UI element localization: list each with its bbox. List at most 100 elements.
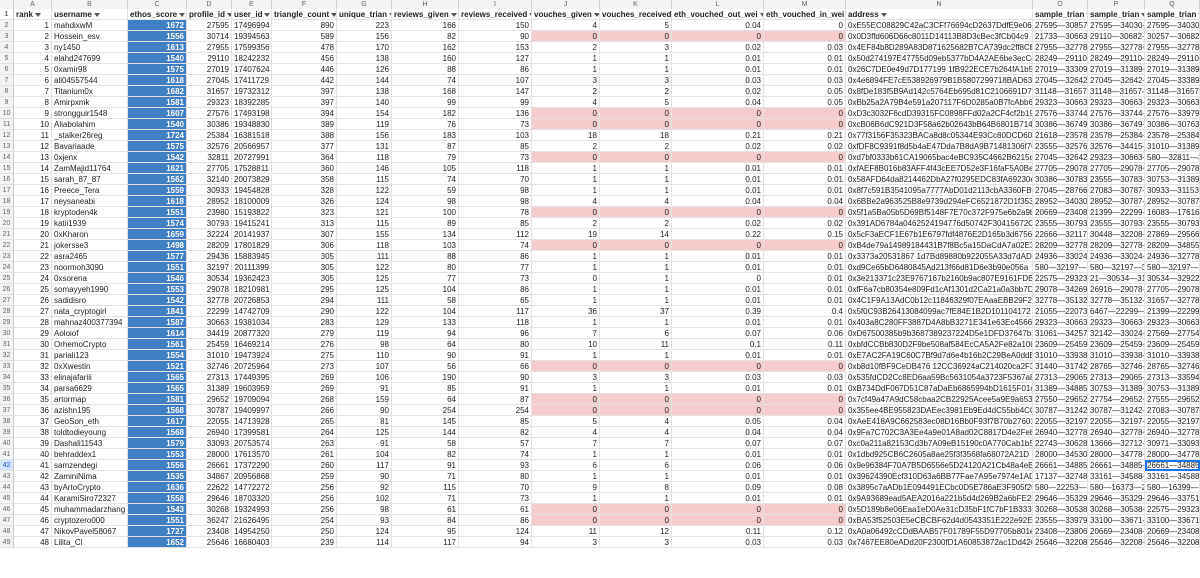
- table-cell[interactable]: 17613570: [232, 449, 272, 460]
- table-cell[interactable]: 85: [459, 141, 532, 152]
- table-cell[interactable]: 0.4: [764, 306, 846, 317]
- row-number[interactable]: 47: [0, 515, 14, 526]
- table-cell[interactable]: 20956868: [232, 471, 272, 482]
- table-cell[interactable]: 307: [272, 229, 337, 240]
- table-cell[interactable]: 273: [272, 361, 337, 372]
- table-cell[interactable]: 144: [337, 75, 392, 86]
- table-cell[interactable]: 1724: [128, 130, 187, 141]
- table-cell[interactable]: 58: [392, 295, 459, 306]
- table-cell[interactable]: ZaminiNima: [52, 471, 128, 482]
- table-cell[interactable]: 20726853: [232, 295, 272, 306]
- table-cell[interactable]: 0.01: [764, 64, 846, 75]
- table-cell[interactable]: 0: [600, 405, 672, 416]
- table-cell[interactable]: 27019—33309—: [1033, 64, 1088, 75]
- table-cell[interactable]: 28000—34530—: [1033, 449, 1088, 460]
- table-cell[interactable]: 0.06: [672, 460, 764, 471]
- table-cell[interactable]: 27595: [187, 20, 232, 31]
- table-cell[interactable]: 26661—34885—: [1145, 460, 1200, 471]
- table-cell[interactable]: 17372290: [232, 460, 272, 471]
- table-cell[interactable]: 2: [532, 42, 600, 53]
- table-cell[interactable]: 1562: [128, 174, 187, 185]
- table-cell[interactable]: 2: [532, 218, 600, 229]
- table-cell[interactable]: 85: [459, 218, 532, 229]
- table-cell[interactable]: 18: [14, 207, 52, 218]
- table-cell[interactable]: 0.22: [672, 229, 764, 240]
- table-cell[interactable]: 28209: [187, 240, 232, 251]
- table-cell[interactable]: 397: [272, 86, 337, 97]
- table-cell[interactable]: 11: [14, 130, 52, 141]
- table-cell[interactable]: 126: [337, 64, 392, 75]
- table-cell[interactable]: 263: [272, 438, 337, 449]
- table-cell[interactable]: 85: [392, 383, 459, 394]
- row-number[interactable]: 15: [0, 163, 14, 174]
- row-number[interactable]: 37: [0, 405, 14, 416]
- table-cell[interactable]: 0: [672, 394, 764, 405]
- table-cell[interactable]: 48: [14, 537, 52, 548]
- table-cell[interactable]: jokersse3: [52, 240, 128, 251]
- table-cell[interactable]: 82: [459, 427, 532, 438]
- table-cell[interactable]: 31010: [187, 350, 232, 361]
- table-cell[interactable]: 0x7467EE80eADd20F2300fD1A60853872ac1Dd42…: [846, 537, 1033, 548]
- table-cell[interactable]: 19709094: [232, 394, 272, 405]
- table-cell[interactable]: 0x535fdCD2Cc8ED6aa59Bc5631054a3723F5367a…: [846, 372, 1033, 383]
- column-letter-l[interactable]: L: [672, 0, 764, 9]
- table-cell[interactable]: 0: [764, 20, 846, 31]
- table-cell[interactable]: 306: [272, 240, 337, 251]
- table-cell[interactable]: 91: [459, 350, 532, 361]
- row-number[interactable]: 28: [0, 306, 14, 317]
- table-cell[interactable]: 27705: [187, 163, 232, 174]
- table-cell[interactable]: 11: [600, 339, 672, 350]
- table-cell[interactable]: 25459: [187, 339, 232, 350]
- filter-dropdown-icon[interactable]: [179, 12, 186, 17]
- table-cell[interactable]: 87: [459, 394, 532, 405]
- table-cell[interactable]: 22055—32197—: [1088, 416, 1145, 427]
- table-cell[interactable]: 0x3373a20531867 1d7Bd89880b922055A33d7dA…: [846, 251, 1033, 262]
- table-cell[interactable]: 86: [459, 515, 532, 526]
- table-cell[interactable]: 27045—32642—: [1033, 152, 1088, 163]
- table-cell[interactable]: 25: [14, 284, 52, 295]
- table-cell[interactable]: 0: [764, 405, 846, 416]
- table-cell[interactable]: 29110: [187, 53, 232, 64]
- table-cell[interactable]: 115: [392, 482, 459, 493]
- column-header-ethos-score[interactable]: ethos_score: [128, 9, 187, 20]
- table-cell[interactable]: 0.03: [672, 372, 764, 383]
- table-cell[interactable]: 107: [337, 361, 392, 372]
- table-cell[interactable]: 112: [459, 229, 532, 240]
- table-cell[interactable]: 43: [14, 482, 52, 493]
- table-cell[interactable]: 6: [532, 460, 600, 471]
- table-cell[interactable]: 31010—33938—: [1033, 350, 1088, 361]
- table-cell[interactable]: 24936—33024—: [1088, 251, 1145, 262]
- table-cell[interactable]: 0x9e96384F70A7B5D6556e5D24120A21Cb48a4eB…: [846, 460, 1033, 471]
- row-number[interactable]: 34: [0, 372, 14, 383]
- table-cell[interactable]: 0: [672, 108, 764, 119]
- table-cell[interactable]: 19362423: [232, 273, 272, 284]
- row-number[interactable]: 7: [0, 75, 14, 86]
- table-cell[interactable]: 23555—30793—: [1033, 218, 1088, 229]
- table-cell[interactable]: 7: [532, 438, 600, 449]
- table-cell[interactable]: 30714: [187, 31, 232, 42]
- table-cell[interactable]: 28952—30787—: [1145, 196, 1200, 207]
- table-cell[interactable]: 377: [272, 141, 337, 152]
- table-cell[interactable]: 478: [272, 42, 337, 53]
- table-cell[interactable]: 1617: [128, 416, 187, 427]
- table-cell[interactable]: 28209—32778—: [1033, 240, 1088, 251]
- table-cell[interactable]: 0xE55EC08829C42aC3CFf76694cD2637DdfE9e06…: [846, 20, 1033, 31]
- table-cell[interactable]: 23609—25459—: [1088, 339, 1145, 350]
- table-cell[interactable]: 33161—34588—: [1145, 471, 1200, 482]
- table-cell[interactable]: 23555—32576—: [1033, 141, 1088, 152]
- table-cell[interactable]: 0: [764, 108, 846, 119]
- row-number[interactable]: 21: [0, 229, 14, 240]
- table-cell[interactable]: 28000—34778—: [1145, 449, 1200, 460]
- table-cell[interactable]: 388: [272, 130, 337, 141]
- table-cell[interactable]: 71: [392, 471, 459, 482]
- table-cell[interactable]: 0.05: [672, 416, 764, 427]
- table-cell[interactable]: 28209—34855—: [1145, 240, 1200, 251]
- table-cell[interactable]: 30268: [187, 504, 232, 515]
- table-cell[interactable]: 102: [337, 493, 392, 504]
- table-cell[interactable]: 27576—33744—: [1033, 108, 1088, 119]
- table-cell[interactable]: 3: [600, 42, 672, 53]
- table-cell[interactable]: somayyeh1990: [52, 284, 128, 295]
- table-cell[interactable]: 30787—31242—: [1088, 405, 1145, 416]
- table-cell[interactable]: 58: [392, 438, 459, 449]
- table-cell[interactable]: 1581: [128, 394, 187, 405]
